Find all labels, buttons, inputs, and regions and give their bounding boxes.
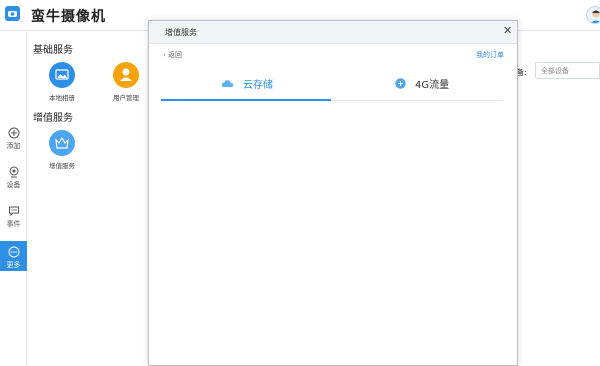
rail-item-events[interactable]: 事件 xyxy=(0,205,27,235)
value-added-modal: 增值服务 ✕ ‹ 返回 我的订单 云存储 4G流量 xyxy=(148,20,518,366)
section-title-basic: 基础服务 xyxy=(33,45,73,56)
app-title: 蛮牛摄像机 xyxy=(31,9,106,25)
rail-item-label: 设备 xyxy=(6,181,21,189)
vip-crown-icon xyxy=(49,130,75,156)
user-avatar[interactable] xyxy=(586,6,600,24)
tab-divider xyxy=(331,100,503,101)
more-icon xyxy=(8,246,19,258)
chevron-left-icon: ‹ xyxy=(163,51,166,59)
tile-local-album[interactable]: 本地相册 xyxy=(42,62,82,102)
tab-4g-data[interactable]: 4G流量 xyxy=(331,68,501,101)
cloud-icon xyxy=(221,80,234,87)
add-icon xyxy=(8,127,19,139)
rail-item-label: 添加 xyxy=(6,142,21,150)
message-icon xyxy=(8,206,19,217)
back-link[interactable]: ‹ 返回 xyxy=(163,50,182,60)
modal-header: 增值服务 ✕ xyxy=(149,21,517,44)
left-rail: 添加 设备 事件 更多 xyxy=(0,31,27,366)
user-icon xyxy=(113,62,139,88)
my-orders-link[interactable]: 我的订单 xyxy=(476,50,504,60)
album-icon xyxy=(49,62,75,88)
tab-label: 云存储 xyxy=(243,80,273,91)
rail-item-label: 更多 xyxy=(6,261,21,269)
tile-label: 增值服务 xyxy=(49,162,75,170)
tab-underline xyxy=(161,99,331,101)
tile-value-added-service[interactable]: 增值服务 xyxy=(42,130,82,170)
tile-label: 用户管理 xyxy=(113,94,139,102)
section-title-value-added: 增值服务 xyxy=(33,113,73,124)
rail-item-add[interactable]: 添加 xyxy=(0,127,27,157)
tab-label: 4G流量 xyxy=(415,80,450,91)
rail-item-more[interactable]: 更多 xyxy=(0,241,27,271)
close-icon[interactable]: ✕ xyxy=(503,25,512,37)
tile-user-management[interactable]: 用户管理 xyxy=(106,62,146,102)
rail-item-devices[interactable]: 设备 xyxy=(0,166,27,196)
camera-icon xyxy=(9,166,18,178)
rail-item-label: 事件 xyxy=(6,220,21,228)
tile-label: 本地相册 xyxy=(49,94,75,102)
device-filter-select[interactable]: 全部设备 xyxy=(535,62,600,79)
signal-4g-icon xyxy=(395,78,406,89)
back-label: 返回 xyxy=(168,51,183,59)
modal-title: 增值服务 xyxy=(165,28,197,37)
tab-cloud-storage[interactable]: 云存储 xyxy=(161,68,331,101)
app-logo-icon xyxy=(5,6,20,21)
